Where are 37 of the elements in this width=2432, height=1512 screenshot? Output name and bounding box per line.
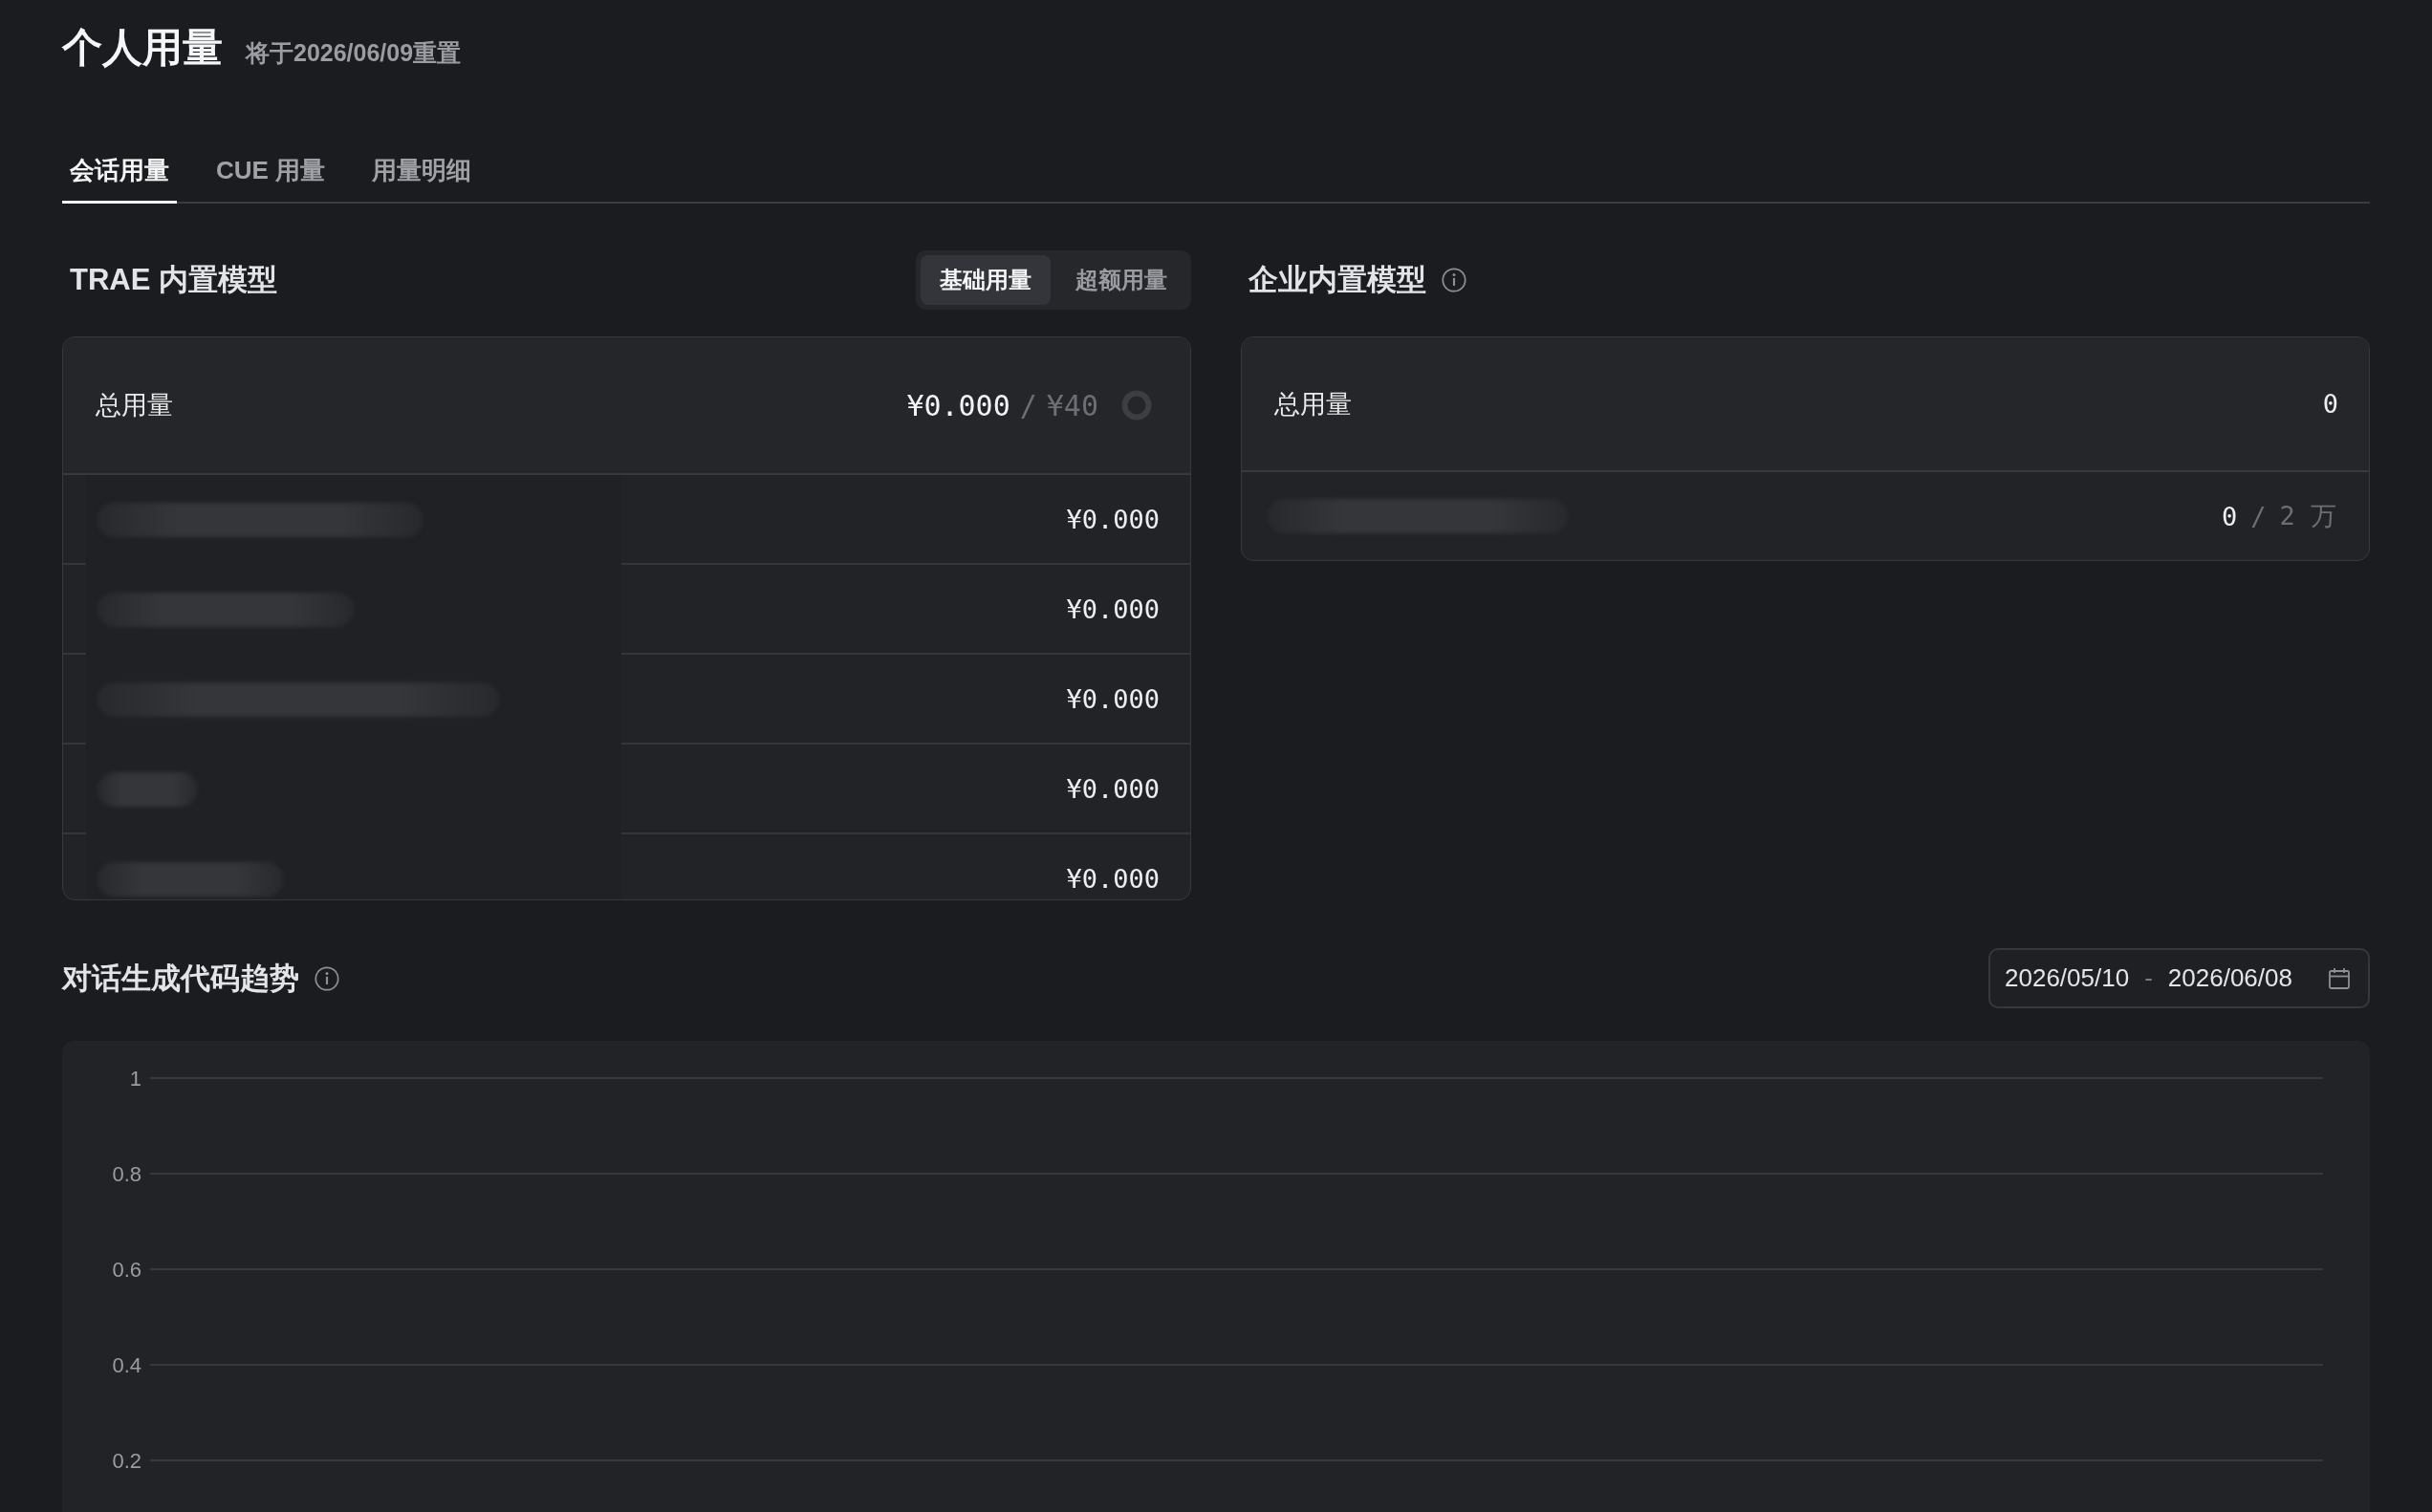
ring-icon (1121, 390, 1152, 421)
range-separator: - (2144, 963, 2153, 993)
info-icon[interactable] (315, 965, 339, 991)
y-axis-label: 0.8 (112, 1162, 141, 1186)
y-axis-label: 1 (129, 1067, 141, 1091)
y-axis-label: 0.4 (112, 1353, 141, 1377)
tab[interactable]: CUE 用量 (208, 156, 334, 204)
total-label: 总用量 (96, 390, 173, 421)
model-amount: ¥0.000 (1066, 773, 1160, 804)
section-title: 企业内置模型 (1249, 262, 1426, 298)
used-amount: ¥0.000 (906, 388, 1010, 422)
section-title: 对话生成代码趋势 (62, 960, 299, 997)
mode-button[interactable]: 基础用量 (921, 255, 1051, 305)
start-date[interactable]: 2026/05/10 (2005, 963, 2130, 993)
model-amount: ¥0.000 (1066, 594, 1160, 624)
total-label: 总用量 (1274, 388, 1352, 421)
total-value: 0 (2322, 389, 2338, 419)
limit-count: 2 万 (2279, 500, 2336, 532)
info-icon[interactable] (1442, 268, 1466, 292)
y-axis-label: 0.6 (112, 1258, 141, 1282)
mode-button[interactable]: 超额用量 (1056, 255, 1186, 305)
model-amount: ¥0.000 (1066, 863, 1160, 894)
model-amount: ¥0.000 (1066, 683, 1160, 714)
page-title: 个人用量 (62, 24, 223, 72)
used-count: 0 (2221, 501, 2238, 531)
calendar-icon[interactable] (2328, 966, 2351, 990)
reset-date-note: 将于2026/06/09重置 (246, 38, 462, 68)
y-axis-label: 0.2 (112, 1449, 141, 1473)
end-date[interactable]: 2026/06/08 (2167, 963, 2292, 993)
date-range-picker[interactable]: 2026/05/10 - 2026/06/08 (1988, 948, 2370, 1008)
section-title: TRAE 内置模型 (70, 262, 277, 298)
tab[interactable]: 会话用量 (62, 156, 177, 204)
limit-amount: ¥40 (1046, 388, 1098, 422)
tab[interactable]: 用量明细 (364, 156, 480, 204)
separator-text: / (2250, 501, 2267, 531)
separator-text: / (1019, 388, 1037, 422)
model-amount: ¥0.000 (1066, 504, 1160, 534)
